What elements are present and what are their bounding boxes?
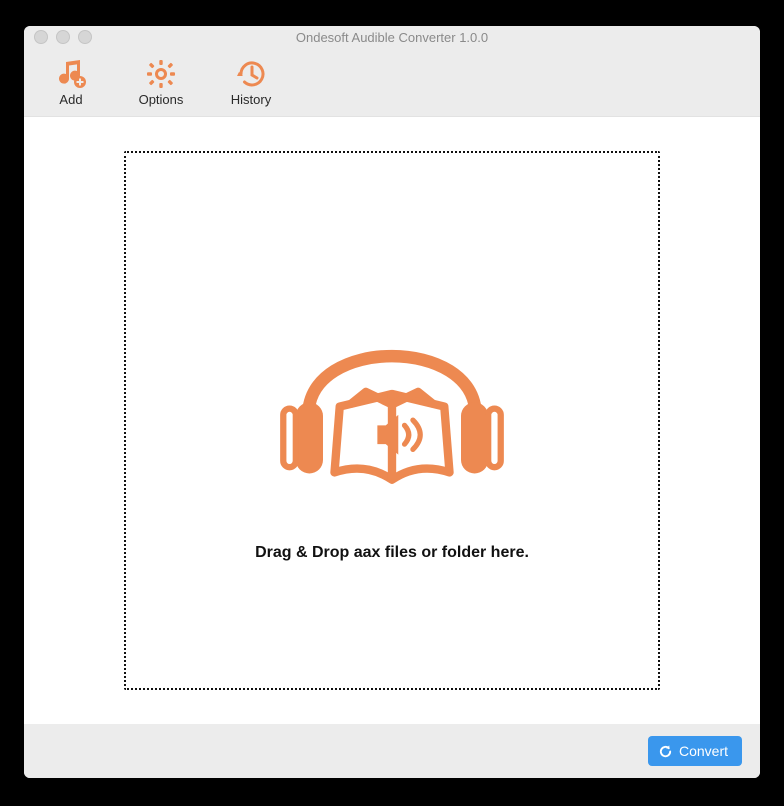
refresh-icon — [658, 744, 673, 759]
dropzone[interactable]: Drag & Drop aax files or folder here. — [124, 151, 660, 690]
gear-icon — [145, 58, 177, 90]
window-title: Ondesoft Audible Converter 1.0.0 — [24, 30, 760, 45]
options-label: Options — [139, 92, 184, 107]
add-label: Add — [59, 92, 82, 107]
options-button[interactable]: Options — [130, 58, 192, 107]
close-window-button[interactable] — [34, 30, 48, 44]
app-window: Ondesoft Audible Converter 1.0.0 Add — [24, 26, 760, 778]
history-button[interactable]: History — [220, 58, 282, 107]
convert-button[interactable]: Convert — [648, 736, 742, 766]
music-add-icon — [55, 58, 87, 90]
dropzone-text: Drag & Drop aax files or folder here. — [255, 544, 529, 562]
titlebar: Ondesoft Audible Converter 1.0.0 — [24, 26, 760, 48]
zoom-window-button[interactable] — [78, 30, 92, 44]
toolbar: Add Options — [24, 48, 760, 117]
minimize-window-button[interactable] — [56, 30, 70, 44]
convert-label: Convert — [679, 743, 728, 759]
content-area: Drag & Drop aax files or folder here. — [24, 117, 760, 724]
add-button[interactable]: Add — [40, 58, 102, 107]
traffic-lights — [24, 30, 92, 44]
footer: Convert — [24, 724, 760, 778]
history-icon — [235, 58, 267, 90]
headphones-audiobook-icon — [277, 279, 507, 514]
history-label: History — [231, 92, 271, 107]
